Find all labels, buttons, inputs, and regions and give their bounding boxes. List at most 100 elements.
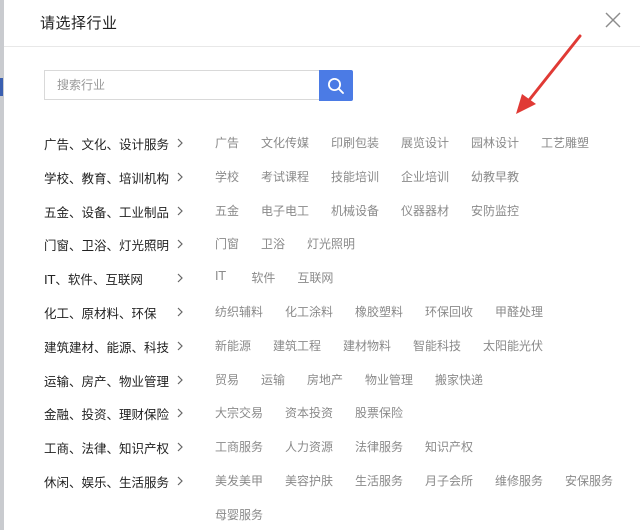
subcategory-item[interactable]: 安防监控 xyxy=(471,202,519,219)
subcategory-item[interactable]: 考试课程 xyxy=(261,168,309,185)
subcategory-item[interactable]: 搬家快递 xyxy=(435,371,483,388)
subcategory-item[interactable]: 母婴服务 xyxy=(215,506,263,523)
background-page-marker xyxy=(0,78,3,96)
subcategory-item[interactable]: 展览设计 xyxy=(401,134,449,151)
subcategory-item[interactable]: 资本投资 xyxy=(285,404,333,421)
category-row: 学校、教育、培训机构 学校 考试课程 技能培训 企业培训 幼教早教 xyxy=(4,160,640,194)
category-label[interactable]: 门窗、卫浴、灯光照明 xyxy=(44,235,169,254)
subcategory-list: 门窗 卫浴 灯光照明 xyxy=(215,235,635,255)
subcategory-item[interactable]: 月子会所 xyxy=(425,472,473,489)
subcategory-item[interactable]: 美发美甲 xyxy=(215,472,263,489)
subcategory-item[interactable]: 文化传媒 xyxy=(261,134,309,151)
subcategory-list: 贸易 运输 房地产 物业管理 搬家快递 xyxy=(215,371,635,391)
category-label[interactable]: 金融、投资、理财保险 xyxy=(44,404,169,423)
subcategory-item[interactable]: 学校 xyxy=(215,168,239,185)
category-label[interactable]: IT、软件、互联网 xyxy=(44,269,143,288)
subcategory-item[interactable]: 法律服务 xyxy=(355,438,403,455)
subcategory-item[interactable]: 安保服务 xyxy=(565,472,613,489)
search-icon xyxy=(328,78,344,94)
subcategory-item[interactable]: 股票保险 xyxy=(355,404,403,421)
subcategory-item[interactable]: 五金 xyxy=(215,202,239,219)
chevron-right-icon[interactable] xyxy=(176,374,184,386)
subcategory-item[interactable]: 机械设备 xyxy=(331,202,379,219)
subcategory-item[interactable]: 美容护肤 xyxy=(285,472,333,489)
subcategory-list: 新能源 建筑工程 建材物料 智能科技 太阳能光伏 xyxy=(215,337,635,357)
subcategory-list: 五金 电子电工 机械设备 仪器器材 安防监控 xyxy=(215,202,635,222)
subcategory-item[interactable]: 建材物料 xyxy=(343,337,391,354)
category-label[interactable]: 建筑建材、能源、科技 xyxy=(44,337,169,356)
subcategory-item[interactable]: 仪器器材 xyxy=(401,202,449,219)
close-button[interactable] xyxy=(602,9,624,31)
category-row: IT、软件、互联网 IT 软件 互联网 xyxy=(4,261,640,295)
subcategory-item[interactable]: 橡胶塑料 xyxy=(355,303,403,320)
annotation-arrow xyxy=(516,34,582,114)
subcategory-item[interactable]: 太阳能光伏 xyxy=(483,337,543,354)
subcategory-item[interactable]: 新能源 xyxy=(215,337,251,354)
subcategory-item[interactable]: 灯光照明 xyxy=(307,235,355,252)
chevron-right-icon[interactable] xyxy=(176,205,184,217)
chevron-right-icon[interactable] xyxy=(176,306,184,318)
subcategory-item[interactable]: 技能培训 xyxy=(331,168,379,185)
subcategory-item[interactable]: 建筑工程 xyxy=(273,337,321,354)
subcategory-item[interactable]: 人力资源 xyxy=(285,438,333,455)
subcategory-list: 大宗交易 资本投资 股票保险 xyxy=(215,404,635,424)
subcategory-item[interactable]: 房地产 xyxy=(307,371,343,388)
subcategory-item[interactable]: 印刷包装 xyxy=(331,134,379,151)
industry-select-dialog: 请选择行业 广告、文化、设计服务 广告 文化传媒 印刷包装 展览设计 园林设计 工艺雕塑学校… xyxy=(4,0,640,530)
subcategory-item[interactable]: 广告 xyxy=(215,134,239,151)
subcategory-item[interactable]: 环保回收 xyxy=(425,303,473,320)
subcategory-item[interactable]: 甲醛处理 xyxy=(495,303,543,320)
chevron-right-icon[interactable] xyxy=(176,272,184,284)
subcategory-list: 学校 考试课程 技能培训 企业培训 幼教早教 xyxy=(215,168,635,188)
subcategory-item[interactable]: 电子电工 xyxy=(261,202,309,219)
subcategory-item[interactable]: 软件 xyxy=(251,269,275,286)
subcategory-list: 工商服务 人力资源 法律服务 知识产权 xyxy=(215,438,635,458)
chevron-right-icon[interactable] xyxy=(176,475,184,487)
subcategory-item[interactable]: 生活服务 xyxy=(355,472,403,489)
category-row: 休闲、娱乐、生活服务 美发美甲 美容护肤 生活服务 月子会所 维修服务 安保服务母婴服务 xyxy=(4,464,640,522)
close-icon xyxy=(605,12,621,28)
category-label[interactable]: 广告、文化、设计服务 xyxy=(44,134,169,153)
category-row: 广告、文化、设计服务 广告 文化传媒 印刷包装 展览设计 园林设计 工艺雕塑 xyxy=(4,126,640,160)
category-row: 运输、房产、物业管理 贸易 运输 房地产 物业管理 搬家快递 xyxy=(4,363,640,397)
dialog-title: 请选择行业 xyxy=(40,14,118,32)
chevron-right-icon[interactable] xyxy=(176,171,184,183)
search-field xyxy=(44,70,319,100)
chevron-right-icon[interactable] xyxy=(176,137,184,149)
subcategory-item[interactable]: 运输 xyxy=(261,371,285,388)
subcategory-item[interactable]: 大宗交易 xyxy=(215,404,263,421)
category-label[interactable]: 五金、设备、工业制品 xyxy=(44,202,169,221)
subcategory-item[interactable]: 知识产权 xyxy=(425,438,473,455)
search-input[interactable] xyxy=(45,71,315,99)
subcategory-item[interactable]: 纺织辅料 xyxy=(215,303,263,320)
subcategory-list: IT 软件 互联网 xyxy=(215,269,635,289)
category-label[interactable]: 学校、教育、培训机构 xyxy=(44,168,169,187)
search-button[interactable] xyxy=(319,70,353,101)
chevron-right-icon[interactable] xyxy=(176,340,184,352)
subcategory-item[interactable]: 工商服务 xyxy=(215,438,263,455)
subcategory-item[interactable]: IT xyxy=(215,269,226,283)
subcategory-item[interactable]: 化工涂料 xyxy=(285,303,333,320)
subcategory-item[interactable]: 维修服务 xyxy=(495,472,543,489)
category-row: 门窗、卫浴、灯光照明 门窗 卫浴 灯光照明 xyxy=(4,227,640,261)
category-label[interactable]: 化工、原材料、环保 xyxy=(44,303,157,322)
subcategory-item[interactable]: 园林设计 xyxy=(471,134,519,151)
subcategory-item[interactable]: 卫浴 xyxy=(261,235,285,252)
category-row: 建筑建材、能源、科技 新能源 建筑工程 建材物料 智能科技 太阳能光伏 xyxy=(4,329,640,363)
subcategory-item[interactable]: 门窗 xyxy=(215,235,239,252)
chevron-right-icon[interactable] xyxy=(176,238,184,250)
category-label[interactable]: 工商、法律、知识产权 xyxy=(44,438,169,457)
chevron-right-icon[interactable] xyxy=(176,441,184,453)
subcategory-item[interactable]: 企业培训 xyxy=(401,168,449,185)
subcategory-item[interactable]: 工艺雕塑 xyxy=(541,134,589,151)
chevron-right-icon[interactable] xyxy=(176,407,184,419)
subcategory-list: 美发美甲 美容护肤 生活服务 月子会所 维修服务 安保服务母婴服务 xyxy=(215,472,635,522)
category-label[interactable]: 运输、房产、物业管理 xyxy=(44,371,169,390)
subcategory-item[interactable]: 幼教早教 xyxy=(471,168,519,185)
subcategory-item[interactable]: 互联网 xyxy=(297,269,333,286)
subcategory-item[interactable]: 物业管理 xyxy=(365,371,413,388)
category-label[interactable]: 休闲、娱乐、生活服务 xyxy=(44,472,169,491)
category-row: 化工、原材料、环保 纺织辅料 化工涂料 橡胶塑料 环保回收 甲醛处理 xyxy=(4,295,640,329)
subcategory-item[interactable]: 贸易 xyxy=(215,371,239,388)
subcategory-item[interactable]: 智能科技 xyxy=(413,337,461,354)
